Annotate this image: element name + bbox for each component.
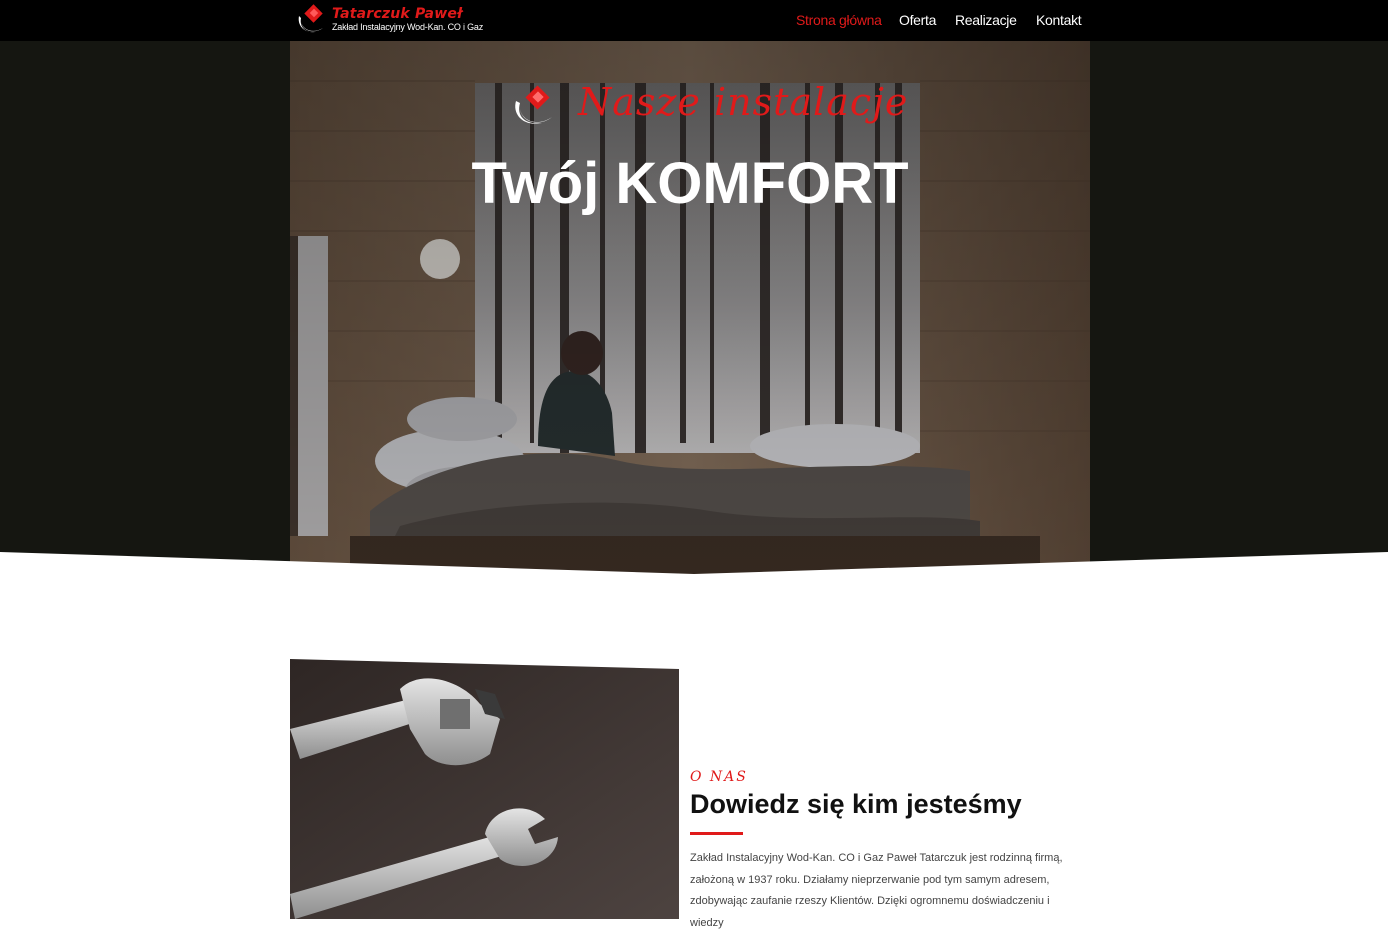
logo-icon <box>298 4 323 33</box>
site-header: Tatarczuk Paweł Zakład Instalacyjny Wod-… <box>0 0 1388 41</box>
nav-item-projects[interactable]: Realizacje <box>955 12 1017 28</box>
about-heading: Dowiedz się kim jesteśmy <box>690 789 1022 819</box>
about-image <box>290 659 679 919</box>
about-divider <box>690 832 743 835</box>
about-kicker: O NAS <box>690 769 748 785</box>
nav-item-contact[interactable]: Kontakt <box>1036 12 1082 28</box>
nav-item-home[interactable]: Strona główna <box>796 12 882 28</box>
hero-script-title: Nasze instalacje <box>578 80 909 124</box>
hero-wave-divider <box>0 552 1388 588</box>
brand-name: Tatarczuk Paweł <box>332 6 463 22</box>
site-logo[interactable]: Tatarczuk Paweł Zakład Instalacyjny Wod-… <box>295 4 495 36</box>
brand-tagline: Zakład Instalacyjny Wod-Kan. CO i Gaz <box>332 22 483 32</box>
nav-item-offer[interactable]: Oferta <box>899 12 936 28</box>
about-text: Zakład Instalacyjny Wod-Kan. CO i Gaz Pa… <box>690 852 1063 929</box>
hero-logo-icon <box>515 85 552 124</box>
hero-title: Twój KOMFORT <box>471 151 909 216</box>
